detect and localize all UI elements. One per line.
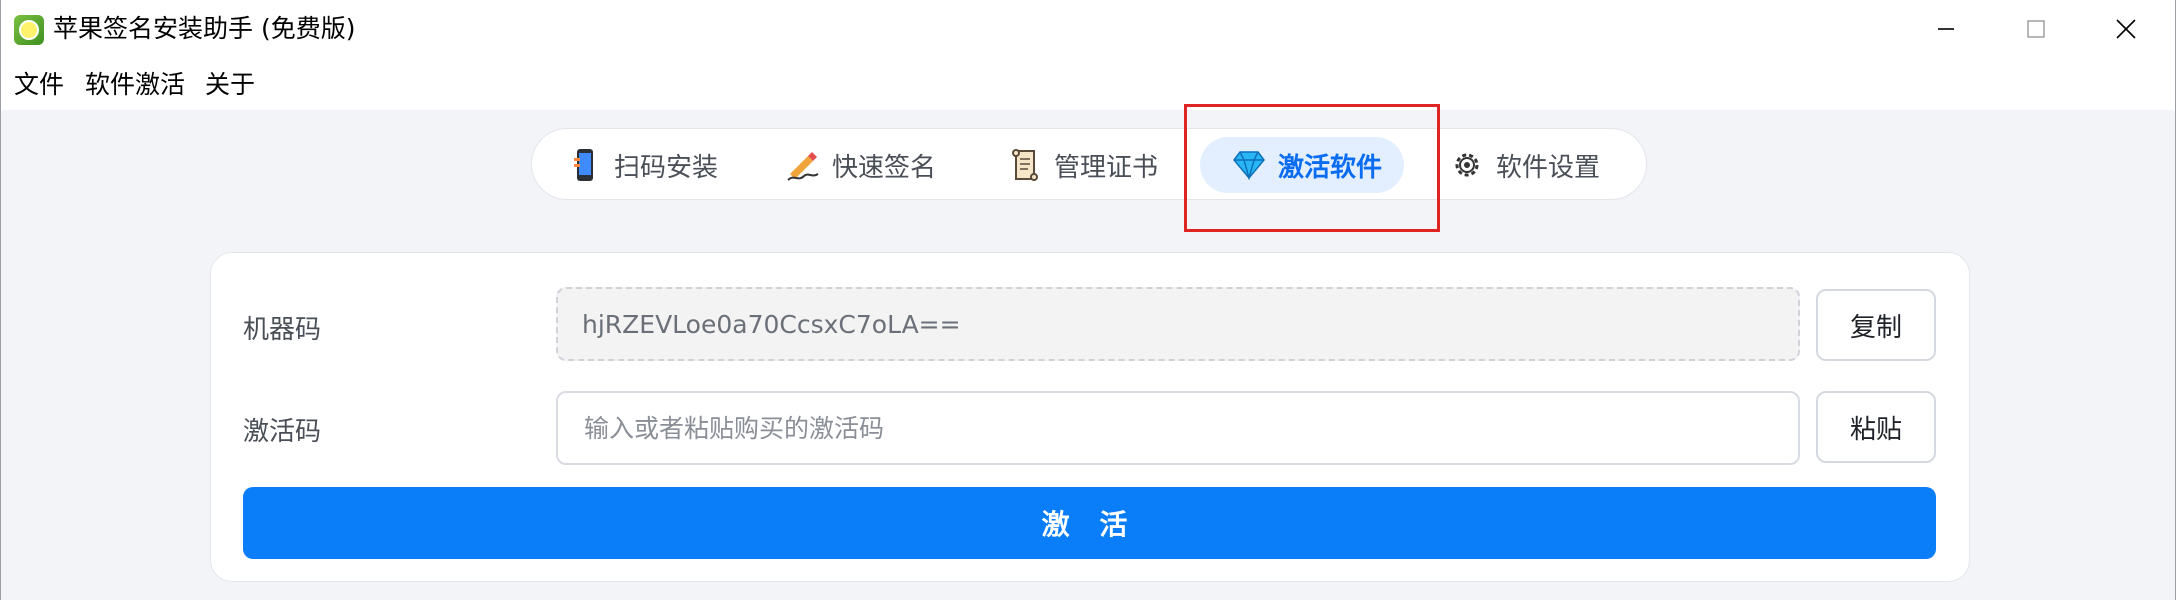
activation-code-input[interactable]	[582, 412, 1774, 444]
menu-software-activation[interactable]: 软件激活	[85, 68, 185, 102]
title-bar: 苹果签名安装助手 (免费版)	[1, 0, 2175, 58]
machine-code-value: hjRZEVLoe0a70CcsxC7oLA==	[582, 309, 961, 339]
close-icon	[2116, 19, 2136, 39]
minimize-button[interactable]	[1901, 0, 1991, 58]
maximize-button[interactable]	[1991, 0, 2081, 58]
activate-button[interactable]: 激 活	[243, 487, 1936, 559]
menu-bar: 文件 软件激活 关于	[1, 58, 2175, 110]
activation-code-label: 激活码	[243, 417, 322, 447]
phone-icon	[568, 148, 602, 182]
activation-card: 机器码 hjRZEVLoe0a70CcsxC7oLA== 复制 激活码 粘贴 激…	[210, 252, 1970, 582]
machine-code-field: hjRZEVLoe0a70CcsxC7oLA==	[556, 287, 1800, 361]
tab-bar: 扫码安装 快速签名 管理证书 激活软件 软件设置	[531, 128, 1647, 200]
gear-icon	[1450, 148, 1484, 182]
minimize-icon	[1938, 28, 1954, 30]
menu-file[interactable]: 文件	[14, 68, 64, 102]
tab-software-settings[interactable]: 软件设置	[1450, 137, 1600, 193]
close-button[interactable]	[2081, 0, 2171, 58]
app-window: 苹果签名安装助手 (免费版) 文件 软件激活 关于 扫码安装 快速签名 管理证书…	[0, 0, 2176, 600]
pen-sign-icon	[786, 148, 820, 182]
tab-scan-install[interactable]: 扫码安装	[568, 137, 718, 193]
tab-label: 管理证书	[1054, 152, 1159, 183]
tab-label: 软件设置	[1496, 152, 1601, 183]
annotation-highlight-box	[1184, 104, 1440, 232]
tab-label: 扫码安装	[614, 152, 719, 183]
machine-code-label: 机器码	[243, 315, 322, 345]
copy-button[interactable]: 复制	[1816, 289, 1936, 361]
tab-quick-sign[interactable]: 快速签名	[786, 137, 936, 193]
app-logo-icon	[14, 15, 44, 45]
maximize-icon	[2027, 20, 2045, 38]
tab-manage-certificates[interactable]: 管理证书	[1008, 137, 1158, 193]
paste-button[interactable]: 粘贴	[1816, 391, 1936, 463]
scroll-icon	[1008, 148, 1042, 182]
window-title: 苹果签名安装助手 (免费版)	[53, 14, 356, 43]
tab-label: 快速签名	[832, 152, 937, 183]
activation-code-field-wrapper	[556, 391, 1800, 465]
menu-about[interactable]: 关于	[205, 68, 255, 102]
